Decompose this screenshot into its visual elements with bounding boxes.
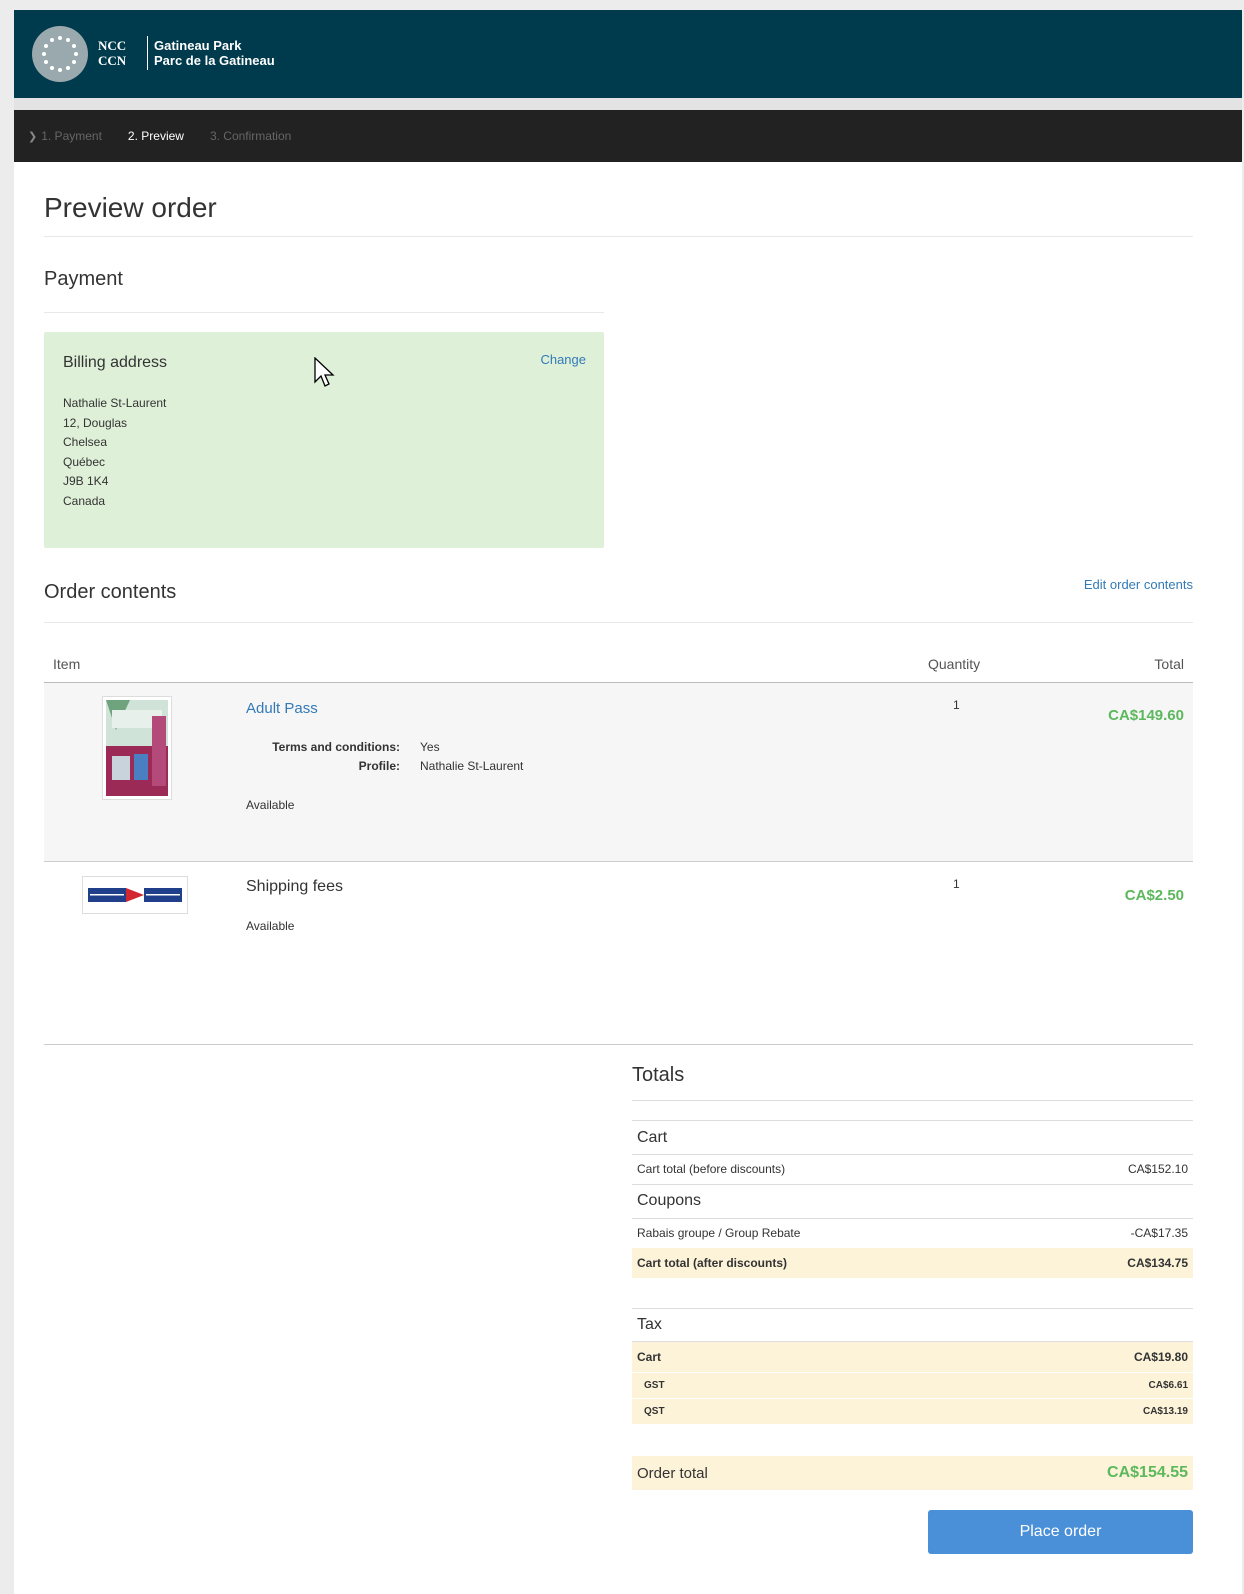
ncc-logo-icon[interactable] <box>32 26 88 82</box>
adult-pass-link[interactable]: Adult Pass <box>246 700 318 717</box>
divider <box>44 312 604 313</box>
tax-cart-row: Cart CA$19.80 <box>632 1342 1193 1372</box>
cart-after-label: Cart total (after discounts) <box>637 1256 788 1270</box>
logo-ncc-text: NCC CCN <box>98 38 126 68</box>
change-billing-link[interactable]: Change <box>540 352 586 367</box>
divider <box>44 1044 1193 1045</box>
place-order-button[interactable]: Place order <box>928 1510 1193 1554</box>
gst-value: CA$6.61 <box>1148 1380 1188 1391</box>
page-title: Preview order <box>44 192 217 223</box>
rebate-row: Rabais groupe / Group Rebate -CA$17.35 <box>632 1219 1193 1247</box>
order-contents-heading: Order contents <box>44 581 177 603</box>
tax-cart-label: Cart <box>637 1350 662 1364</box>
address-line: 12, Douglas <box>63 415 128 430</box>
billing-title: Billing address <box>63 354 168 371</box>
rebate-value: -CA$17.35 <box>1130 1226 1188 1240</box>
item-total: CA$149.60 <box>1108 707 1184 724</box>
gst-row: GST CA$6.61 <box>632 1373 1193 1398</box>
divider <box>632 1100 1193 1101</box>
quantity-value: 1 <box>953 877 960 891</box>
logo-park-line2: Parc de la Gatineau <box>154 53 275 68</box>
address-line: Nathalie St-Laurent <box>63 396 167 410</box>
cart-after-row: Cart total (after discounts) CA$134.75 <box>632 1248 1193 1278</box>
order-total-value: CA$154.55 <box>1107 1464 1188 1481</box>
cart-after-value: CA$134.75 <box>1127 1256 1188 1270</box>
cart-before-label: Cart total (before discounts) <box>637 1162 786 1176</box>
totals-heading: Totals <box>632 1064 685 1086</box>
coupons-section-label: Coupons <box>637 1192 702 1209</box>
gst-label: GST <box>644 1380 665 1391</box>
adult-pass-thumbnail <box>102 696 172 800</box>
step-confirmation: 3. Confirmation <box>209 129 292 143</box>
availability-status: Available <box>246 798 295 812</box>
logo-ncc-line2: CCN <box>98 53 127 68</box>
availability-status: Available <box>246 919 295 933</box>
column-total: Total <box>1154 656 1184 672</box>
terms-label: Terms and conditions: <box>272 740 400 754</box>
qst-value: CA$13.19 <box>1142 1406 1188 1417</box>
qst-row: QST CA$13.19 <box>632 1399 1193 1424</box>
logo-ncc-line1: NCC <box>98 38 127 53</box>
divider <box>44 622 1193 623</box>
payment-heading: Payment <box>44 268 123 290</box>
site-header: NCC CCN Gatineau Park Parc de la Gatinea… <box>14 10 1242 98</box>
shipping-fees-name: Shipping fees <box>246 878 343 895</box>
table-row <box>44 682 1193 862</box>
divider <box>632 1120 1193 1121</box>
qst-label: QST <box>644 1406 665 1417</box>
divider <box>44 236 1193 237</box>
address-line: Chelsea <box>63 435 108 449</box>
order-total-label: Order total <box>637 1464 708 1482</box>
address-line: Canada <box>63 493 106 508</box>
mouse-pointer-icon <box>314 357 335 387</box>
edit-order-contents-link[interactable]: Edit order contents <box>1084 577 1193 592</box>
step-preview: 2. Preview <box>127 129 184 143</box>
rebate-label: Rabais groupe / Group Rebate <box>637 1226 801 1240</box>
logo-park-text: Gatineau Park Parc de la Gatineau <box>154 38 275 68</box>
logo-divider <box>147 36 148 70</box>
chevron-right-icon: ❯ <box>28 130 38 143</box>
tax-cart-value: CA$19.80 <box>1133 1350 1188 1364</box>
logo-park-line1: Gatineau Park <box>154 38 242 53</box>
coupons-section-row: Coupons <box>632 1185 1193 1217</box>
column-quantity: Quantity <box>928 656 981 672</box>
tax-section-row: Tax <box>632 1309 1193 1341</box>
page-frame: NCC CCN Gatineau Park Parc de la Gatinea… <box>14 10 1242 1594</box>
cart-before-value: CA$152.10 <box>1127 1162 1188 1176</box>
profile-value: Nathalie St-Laurent <box>420 759 524 773</box>
terms-value: Yes <box>420 740 440 754</box>
cart-section-row: Cart <box>632 1122 1193 1154</box>
billing-address: Nathalie St-Laurent 12, Douglas Chelsea … <box>63 394 166 511</box>
profile-label: Profile: <box>358 759 400 773</box>
header-gap <box>14 98 1242 110</box>
item-total: CA$2.50 <box>1124 887 1184 904</box>
checkout-steps: ❯ 1. Payment 2. Preview 3. Confirmation <box>14 110 1242 162</box>
cart-before-row: Cart total (before discounts) CA$152.10 <box>632 1155 1193 1183</box>
tax-section-label: Tax <box>637 1316 662 1333</box>
column-item: Item <box>53 656 81 672</box>
address-line: Québec <box>63 454 106 469</box>
step-payment[interactable]: 1. Payment <box>41 129 102 143</box>
canada-post-logo <box>82 876 188 914</box>
address-line: J9B 1K4 <box>63 474 109 488</box>
order-total-row: Order total CA$154.55 <box>632 1456 1193 1490</box>
quantity-value: 1 <box>953 698 960 712</box>
cart-section-label: Cart <box>637 1129 668 1146</box>
